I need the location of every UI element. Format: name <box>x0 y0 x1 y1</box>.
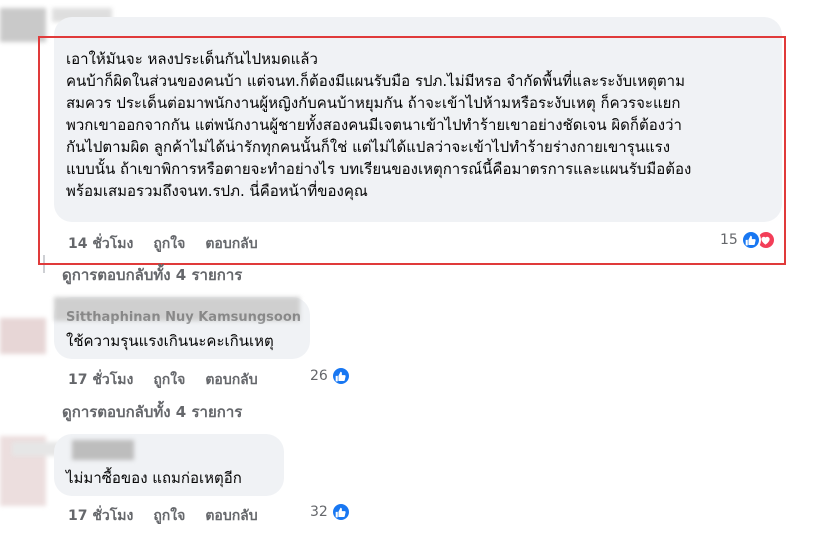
comment-author[interactable]: Sitthaphinan Nuy Kamsungsoon <box>66 310 301 325</box>
reaction-summary[interactable]: 26 <box>310 366 351 386</box>
view-replies-link[interactable]: ดูการตอบกลับทั้ง 4 รายการ <box>62 400 242 424</box>
reply-button[interactable]: ตอบกลับ <box>205 505 257 527</box>
reaction-summary[interactable]: 32 <box>310 502 351 522</box>
comment-text: ไม่มาซื้อของ แถมก่อเหตุอีก <box>66 469 242 487</box>
reply-button[interactable]: ตอบกลับ <box>205 369 257 391</box>
view-replies-link[interactable]: ดูการตอบกลับทั้ง 4 รายการ <box>62 263 242 287</box>
author-name-blurred-3[interactable] <box>72 440 134 460</box>
like-button[interactable]: ถูกใจ <box>153 369 185 391</box>
comment-text: ใช้ความรุนแรงเกินนะคะเกินเหตุ <box>66 332 274 350</box>
like-icon <box>330 366 351 386</box>
reaction-count: 32 <box>310 504 328 520</box>
like-icon <box>740 230 761 250</box>
like-icon <box>330 502 351 522</box>
reaction-count: 26 <box>310 368 328 384</box>
comment-actions: 17 ชั่วโมง ถูกใจ ตอบกลับ <box>68 505 258 527</box>
avatar-blurred-2[interactable] <box>0 318 46 354</box>
comment-actions: 17 ชั่วโมง ถูกใจ ตอบกลับ <box>68 369 258 391</box>
highlight-frame <box>38 36 786 265</box>
comment-timestamp[interactable]: 17 ชั่วโมง <box>68 505 133 527</box>
comment-timestamp[interactable]: 17 ชั่วโมง <box>68 369 133 391</box>
like-button[interactable]: ถูกใจ <box>153 505 185 527</box>
